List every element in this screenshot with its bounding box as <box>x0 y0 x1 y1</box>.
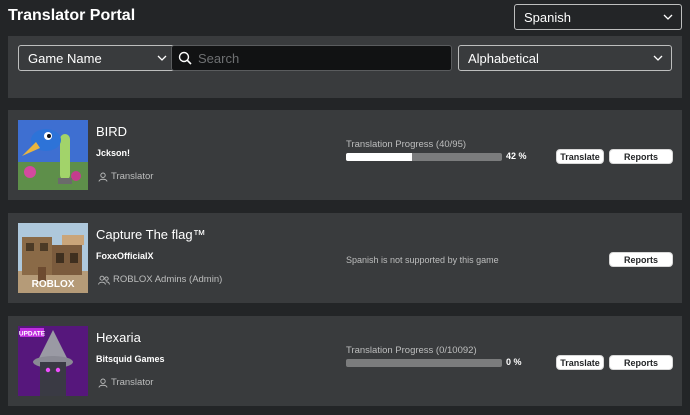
filter-bar: Game Name Alphabetical <box>8 36 682 98</box>
chevron-down-icon <box>157 55 167 61</box>
language-select[interactable]: Spanish <box>514 4 682 30</box>
progress-bar <box>346 153 502 161</box>
reports-button[interactable]: Reports <box>609 252 673 267</box>
game-card-capture-the-flag: ROBLOX Capture The flag™ FoxxOfficialX R… <box>8 213 682 303</box>
role-label: ROBLOX Admins (Admin) <box>98 274 222 285</box>
game-creator[interactable]: Jckson! <box>96 148 130 158</box>
filter-field-value: Game Name <box>28 50 102 66</box>
group-icon <box>98 275 110 285</box>
game-title[interactable]: Hexaria <box>96 330 141 345</box>
game-thumbnail[interactable]: UPDATE <box>18 326 88 396</box>
translate-button[interactable]: Translate <box>556 355 604 370</box>
reports-button[interactable]: Reports <box>609 355 673 370</box>
update-badge: UPDATE <box>19 331 46 338</box>
game-thumbnail[interactable]: ROBLOX <box>18 223 88 293</box>
translation-progress-label: Translation Progress (40/95) <box>346 139 467 150</box>
game-title[interactable]: BIRD <box>96 124 127 139</box>
progress-bar-fill <box>346 153 412 161</box>
game-card-hexaria: UPDATE Hexaria Bitsquid Games Translator… <box>8 316 682 406</box>
game-creator[interactable]: FoxxOfficialX <box>96 251 154 261</box>
search-box[interactable] <box>171 45 452 71</box>
chevron-down-icon <box>653 55 663 61</box>
unsupported-message: Spanish is not supported by this game <box>346 255 499 265</box>
game-thumbnail[interactable] <box>18 120 88 190</box>
reports-button[interactable]: Reports <box>609 149 673 164</box>
translate-button[interactable]: Translate <box>556 149 604 164</box>
language-select-value: Spanish <box>524 9 571 25</box>
progress-bar <box>346 359 502 367</box>
progress-percent: 0 % <box>506 357 522 367</box>
user-icon <box>98 378 108 388</box>
search-icon <box>178 51 192 65</box>
game-title[interactable]: Capture The flag™ <box>96 227 206 242</box>
role-text: ROBLOX Admins (Admin) <box>113 274 223 285</box>
roblox-logo-text: ROBLOX <box>32 279 75 290</box>
game-card-bird: BIRD Jckson! Translator Translation Prog… <box>8 110 682 200</box>
role-text: Translator <box>111 171 154 182</box>
game-creator[interactable]: Bitsquid Games <box>96 354 165 364</box>
role-label: Translator <box>98 171 153 182</box>
sort-value: Alphabetical <box>468 50 539 66</box>
progress-percent: 42 % <box>506 151 527 161</box>
search-input[interactable] <box>198 50 438 66</box>
translation-progress-label: Translation Progress (0/10092) <box>346 345 477 356</box>
role-text: Translator <box>111 377 154 388</box>
chevron-down-icon <box>663 14 673 20</box>
user-icon <box>98 172 108 182</box>
page-title: Translator Portal <box>8 7 136 24</box>
role-label: Translator <box>98 377 153 388</box>
filter-field-dropdown[interactable]: Game Name <box>18 45 176 71</box>
sort-dropdown[interactable]: Alphabetical <box>458 45 672 71</box>
